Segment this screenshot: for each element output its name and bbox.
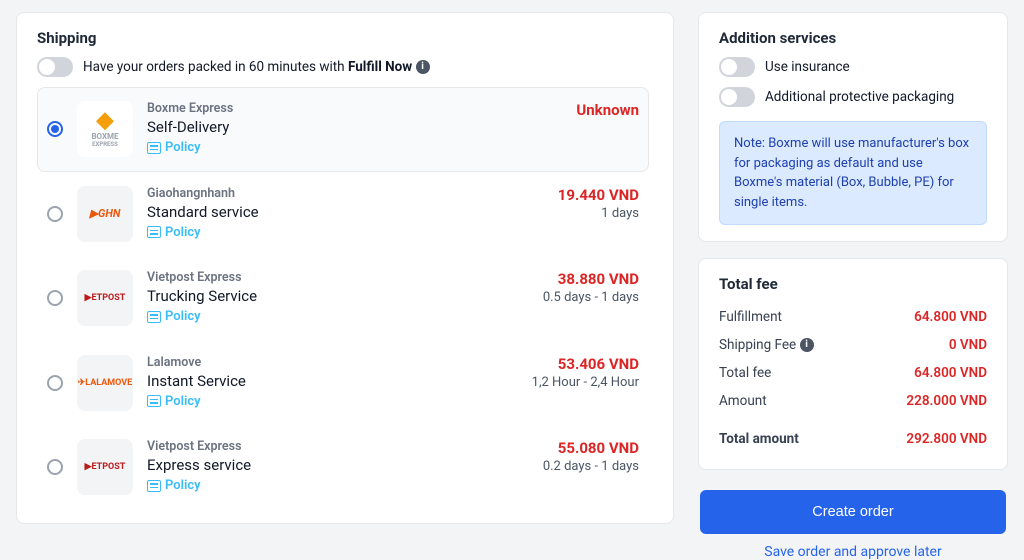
fee-label: Shipping Fee i <box>719 337 814 353</box>
fee-row: Amount 228.000 VND <box>719 387 987 415</box>
courier-name: Giaohangnhanh <box>147 186 485 201</box>
price: 55.080 VND <box>499 439 639 457</box>
price-column: 55.080 VND 0.2 days - 1 days <box>499 439 639 474</box>
save-approve-later-link[interactable]: Save order and approve later <box>700 544 1006 560</box>
shipping-option[interactable]: ✈LALAMOVE Lalamove Instant Service Policy 53… <box>37 341 649 426</box>
total-amount-row: Total amount 292.800 VND <box>719 425 987 453</box>
fee-value: 64.800 VND <box>914 365 987 381</box>
price-column: 19.440 VND 1 days <box>499 186 639 221</box>
fee-row: Shipping Fee i 0 VND <box>719 331 987 359</box>
shipping-option[interactable]: ▶ETPOST Vietpost Express Trucking Service P… <box>37 256 649 341</box>
policy-link[interactable]: Policy <box>147 478 201 493</box>
policy-icon <box>147 142 161 154</box>
service-name: Instant Service <box>147 372 485 390</box>
delivery-estimate: 0.2 days - 1 days <box>499 459 639 474</box>
price: 19.440 VND <box>499 186 639 204</box>
policy-link[interactable]: Policy <box>147 309 201 324</box>
shipping-radio[interactable] <box>47 290 63 306</box>
shipping-option-list: ◆BOXMEEXPRESS Boxme Express Self-Delivery P… <box>37 87 653 507</box>
courier-logo: ✈LALAMOVE <box>77 355 133 411</box>
insurance-row: Use insurance <box>719 57 987 77</box>
shipping-option[interactable]: ▶ETPOST Vietpost Express Express service Po… <box>37 425 649 507</box>
shipping-option[interactable]: ▶GHN Giaohangnhanh Standard service Policy 1… <box>37 172 649 257</box>
courier-name: Vietpost Express <box>147 439 485 454</box>
shipping-title: Shipping <box>37 29 653 47</box>
shipping-radio[interactable] <box>47 459 63 475</box>
shipping-scroll[interactable]: ◆BOXMEEXPRESS Boxme Express Self-Delivery P… <box>37 87 653 507</box>
courier-logo: ▶ETPOST <box>77 270 133 326</box>
delivery-estimate: 1,2 Hour - 2,4 Hour <box>499 375 639 390</box>
insurance-toggle[interactable] <box>719 57 755 77</box>
price-column: 38.880 VND 0.5 days - 1 days <box>499 270 639 305</box>
price: 38.880 VND <box>499 270 639 288</box>
policy-link[interactable]: Policy <box>147 225 201 240</box>
total-amount-value: 292.800 VND <box>906 431 987 447</box>
fee-row: Fulfillment 64.800 VND <box>719 303 987 331</box>
addition-title: Addition services <box>719 29 987 47</box>
delivery-estimate: 0.5 days - 1 days <box>499 290 639 305</box>
courier-logo: ◆BOXMEEXPRESS <box>77 101 133 157</box>
total-fee-card: Total fee Fulfillment 64.800 VND Shipping … <box>698 258 1008 470</box>
courier-logo: ▶ETPOST <box>77 439 133 495</box>
shipping-option[interactable]: ◆BOXMEEXPRESS Boxme Express Self-Delivery P… <box>37 87 649 172</box>
addition-services-card: Addition services Use insurance Addition… <box>698 12 1008 242</box>
fee-label: Fulfillment <box>719 309 782 325</box>
shipping-radio[interactable] <box>47 206 63 222</box>
price-column: Unknown <box>499 101 639 119</box>
service-name: Standard service <box>147 203 485 221</box>
courier-name: Boxme Express <box>147 101 485 116</box>
fulfill-now-toggle[interactable] <box>37 57 73 77</box>
service-name: Express service <box>147 456 485 474</box>
price-column: 53.406 VND 1,2 Hour - 2,4 Hour <box>499 355 639 390</box>
fee-label: Amount <box>719 393 767 409</box>
courier-name: Vietpost Express <box>147 270 485 285</box>
fulfill-now-text: Have your orders packed in 60 minutes wi… <box>83 59 430 75</box>
price: 53.406 VND <box>499 355 639 373</box>
fee-value: 0 VND <box>949 337 987 353</box>
create-order-button[interactable]: Create order <box>700 490 1006 534</box>
service-name: Trucking Service <box>147 287 485 305</box>
delivery-estimate: 1 days <box>499 206 639 221</box>
shipping-radio[interactable] <box>47 121 63 137</box>
total-fee-title: Total fee <box>719 275 987 293</box>
packaging-note: Note: Boxme will use manufacturer's box … <box>719 121 987 225</box>
shipping-card: Shipping Have your orders packed in 60 m… <box>16 12 674 524</box>
fulfill-now-row: Have your orders packed in 60 minutes wi… <box>37 57 653 77</box>
courier-info: Giaohangnhanh Standard service Policy <box>147 186 485 243</box>
price: Unknown <box>499 101 639 119</box>
service-name: Self-Delivery <box>147 118 485 136</box>
fee-row: Total fee 64.800 VND <box>719 359 987 387</box>
courier-info: Lalamove Instant Service Policy <box>147 355 485 412</box>
fee-value: 228.000 VND <box>906 393 987 409</box>
policy-link[interactable]: Policy <box>147 394 201 409</box>
courier-info: Vietpost Express Trucking Service Policy <box>147 270 485 327</box>
insurance-label: Use insurance <box>765 59 850 75</box>
info-icon[interactable]: i <box>800 338 814 352</box>
shipping-radio[interactable] <box>47 375 63 391</box>
info-icon[interactable]: i <box>416 60 430 74</box>
fee-label: Total fee <box>719 365 771 381</box>
courier-info: Vietpost Express Express service Policy <box>147 439 485 496</box>
policy-icon <box>147 226 161 238</box>
courier-info: Boxme Express Self-Delivery Policy <box>147 101 485 158</box>
packaging-label: Additional protective packaging <box>765 89 954 105</box>
packaging-toggle[interactable] <box>719 87 755 107</box>
total-amount-label: Total amount <box>719 431 799 447</box>
fee-value: 64.800 VND <box>914 309 987 325</box>
packaging-row: Additional protective packaging <box>719 87 987 107</box>
actions: Create order Save order and approve late… <box>698 486 1008 560</box>
policy-icon <box>147 311 161 323</box>
courier-name: Lalamove <box>147 355 485 370</box>
courier-logo: ▶GHN <box>77 186 133 242</box>
policy-icon <box>147 395 161 407</box>
policy-icon <box>147 480 161 492</box>
policy-link[interactable]: Policy <box>147 140 201 155</box>
